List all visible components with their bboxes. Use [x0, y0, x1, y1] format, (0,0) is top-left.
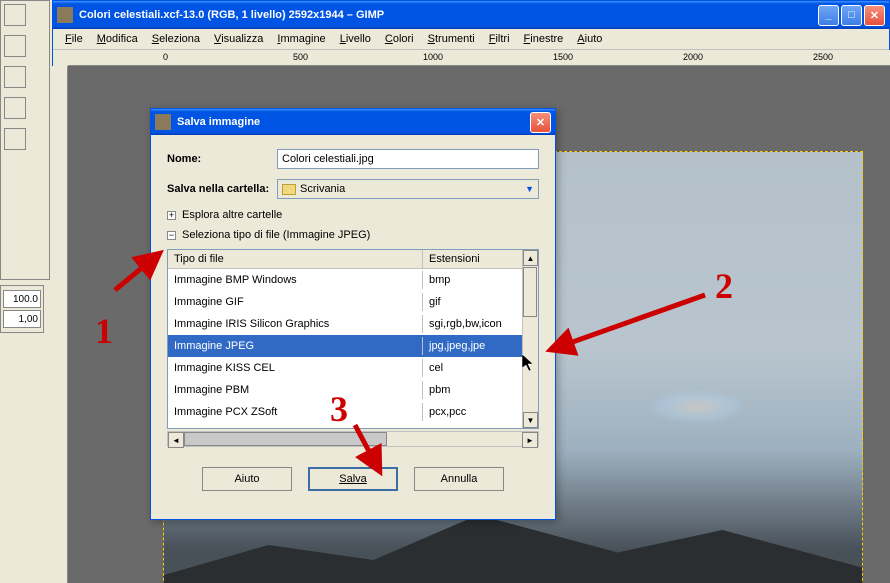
column-ext[interactable]: Estensioni: [423, 250, 522, 268]
ruler-mark: 2500: [813, 52, 833, 62]
file-type-ext: pcx,pcc: [423, 403, 522, 421]
gimp-icon: [155, 114, 171, 130]
file-type-row[interactable]: Immagine KISS CELcel: [168, 357, 522, 379]
horizontal-ruler: 0 500 1000 1500 2000 2500: [68, 50, 890, 66]
column-type[interactable]: Tipo di file: [168, 250, 423, 268]
menu-visualizza[interactable]: Visualizza: [208, 31, 269, 47]
ruler-mark: 1000: [423, 52, 443, 62]
option-value-input[interactable]: [3, 310, 41, 328]
file-type-row[interactable]: Immagine PBMpbm: [168, 379, 522, 401]
file-type-ext: bmp: [423, 271, 522, 289]
tool-icon[interactable]: [4, 97, 26, 119]
menu-livello[interactable]: Livello: [334, 31, 377, 47]
file-type-row[interactable]: Immagine IRIS Silicon Graphicssgi,rgb,bw…: [168, 313, 522, 335]
cancel-button[interactable]: Annulla: [414, 467, 504, 491]
scroll-up-icon[interactable]: ▲: [523, 250, 538, 266]
dialog-title: Salva immagine: [177, 116, 530, 128]
ruler-mark: 500: [293, 52, 308, 62]
menu-strumenti[interactable]: Strumenti: [422, 31, 481, 47]
option-value-input[interactable]: [3, 290, 41, 308]
folder-icon: [282, 184, 296, 195]
dialog-titlebar: Salva immagine ✕: [151, 109, 555, 135]
menu-filtri[interactable]: Filtri: [483, 31, 516, 47]
toolbox-panel: [0, 0, 50, 280]
save-dialog: Salva immagine ✕ Nome: Salva nella carte…: [150, 108, 556, 520]
ruler-mark: 1500: [553, 52, 573, 62]
scroll-down-icon[interactable]: ▼: [523, 412, 538, 428]
file-type-ext: sgi,rgb,bw,icon: [423, 315, 522, 333]
window-title: Colori celestiali.xcf-13.0 (RGB, 1 livel…: [79, 9, 818, 21]
menu-aiuto[interactable]: Aiuto: [571, 31, 608, 47]
file-type-list: Tipo di file Estensioni Immagine BMP Win…: [167, 249, 539, 429]
menu-file[interactable]: File: [59, 31, 89, 47]
file-type-ext: jpg,jpeg,jpe: [423, 337, 522, 355]
ruler-mark: 0: [163, 52, 168, 62]
menu-immagine[interactable]: Immagine: [271, 31, 331, 47]
menu-seleziona[interactable]: Seleziona: [146, 31, 206, 47]
plus-icon: +: [167, 211, 176, 220]
file-type-name: Immagine PBM: [168, 381, 423, 399]
tool-options-panel: [0, 285, 44, 333]
expand-other-folders[interactable]: + Esplora altre cartelle: [167, 209, 539, 221]
file-list-header: Tipo di file Estensioni: [168, 250, 522, 269]
main-titlebar: Colori celestiali.xcf-13.0 (RGB, 1 livel…: [53, 1, 889, 29]
file-type-name: Immagine KISS CEL: [168, 359, 423, 377]
tool-icon[interactable]: [4, 128, 26, 150]
folder-value: Scrivania: [300, 183, 345, 195]
maximize-button[interactable]: □: [841, 5, 862, 26]
scroll-thumb[interactable]: [184, 432, 387, 446]
menubar: FileModificaSelezionaVisualizzaImmagineL…: [53, 29, 889, 50]
menu-colori[interactable]: Colori: [379, 31, 420, 47]
help-button[interactable]: Aiuto: [202, 467, 292, 491]
file-type-name: Immagine BMP Windows: [168, 271, 423, 289]
file-type-ext: pbm: [423, 381, 522, 399]
file-type-row[interactable]: Immagine GIFgif: [168, 291, 522, 313]
expand-filetype-label: Seleziona tipo di file (Immagine JPEG): [182, 229, 370, 241]
vertical-ruler: [52, 66, 68, 583]
file-type-ext: cel: [423, 359, 522, 377]
name-label: Nome:: [167, 153, 277, 165]
filename-input[interactable]: [277, 149, 539, 169]
file-type-ext: gif: [423, 293, 522, 311]
tool-icon[interactable]: [4, 66, 26, 88]
image-detail: [652, 392, 742, 422]
folder-select[interactable]: Scrivania ▼: [277, 179, 539, 199]
file-type-row[interactable]: Immagine BMP Windowsbmp: [168, 269, 522, 291]
close-button[interactable]: ✕: [864, 5, 885, 26]
file-type-name: Immagine JPEG: [168, 337, 423, 355]
file-type-name: Immagine IRIS Silicon Graphics: [168, 315, 423, 333]
scroll-thumb[interactable]: [523, 267, 537, 317]
tool-icon[interactable]: [4, 35, 26, 57]
menu-modifica[interactable]: Modifica: [91, 31, 144, 47]
horizontal-scrollbar[interactable]: ◄ ►: [167, 431, 539, 447]
file-type-name: Immagine PCX ZSoft: [168, 403, 423, 421]
expand-other-label: Esplora altre cartelle: [182, 209, 282, 221]
save-button[interactable]: Salva: [308, 467, 398, 491]
scroll-right-icon[interactable]: ►: [522, 432, 538, 448]
ruler-mark: 2000: [683, 52, 703, 62]
menu-finestre[interactable]: Finestre: [518, 31, 570, 47]
gimp-icon: [57, 7, 73, 23]
dialog-close-button[interactable]: ✕: [530, 112, 551, 133]
minimize-button[interactable]: _: [818, 5, 839, 26]
scroll-left-icon[interactable]: ◄: [168, 432, 184, 448]
chevron-down-icon: ▼: [525, 184, 534, 194]
file-type-row[interactable]: Immagine JPEGjpg,jpeg,jpe: [168, 335, 522, 357]
minus-icon: −: [167, 231, 176, 240]
file-type-name: Immagine GIF: [168, 293, 423, 311]
expand-file-type[interactable]: − Seleziona tipo di file (Immagine JPEG): [167, 229, 539, 241]
file-type-row[interactable]: Immagine PCX ZSoftpcx,pcc: [168, 401, 522, 423]
vertical-scrollbar[interactable]: ▲ ▼: [522, 250, 538, 428]
folder-label: Salva nella cartella:: [167, 183, 277, 195]
tool-icon[interactable]: [4, 4, 26, 26]
